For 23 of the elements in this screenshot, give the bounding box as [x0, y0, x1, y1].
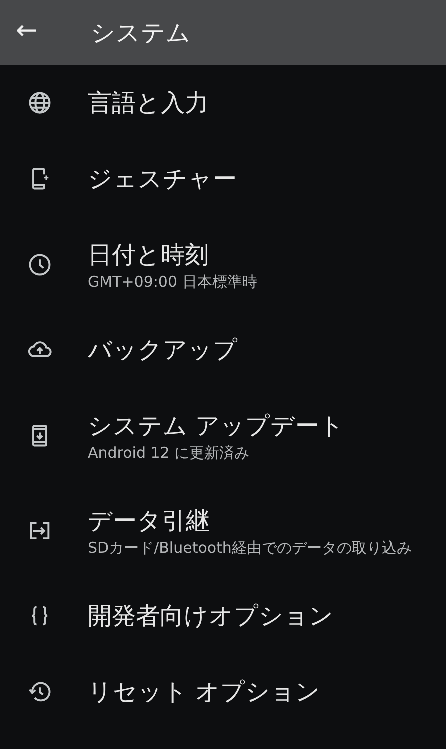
- settings-item[interactable]: システム アップデート Android 12 に更新済み: [0, 388, 446, 483]
- globe-icon: [27, 90, 53, 116]
- settings-item[interactable]: 日付と時刻 GMT+09:00 日本標準時: [0, 217, 446, 312]
- item-title: 開発者向けオプション: [88, 601, 335, 632]
- settings-item[interactable]: 言語と入力: [0, 65, 446, 141]
- settings-item[interactable]: バックアップ: [0, 312, 446, 388]
- item-title: 言語と入力: [88, 88, 210, 119]
- settings-item[interactable]: データ引継 SDカード/Bluetooth経由でのデータの取り込み: [0, 483, 446, 578]
- screen-title: システム: [91, 18, 191, 48]
- item-summary: SDカード/Bluetooth経由でのデータの取り込み: [88, 539, 413, 558]
- item-title: 日付と時刻: [88, 240, 210, 271]
- item-title: システム アップデート: [88, 411, 346, 442]
- item-title: リセット オプション: [88, 677, 322, 708]
- back-button[interactable]: ←: [0, 16, 64, 50]
- settings-item[interactable]: ジェスチャー: [0, 141, 446, 217]
- settings-item[interactable]: 開発者向けオプション: [0, 578, 446, 654]
- item-title: データ引継: [88, 506, 211, 537]
- clock-icon: [27, 252, 53, 278]
- item-summary: Android 12 に更新済み: [88, 444, 251, 463]
- settings-item[interactable]: リセット オプション: [0, 654, 446, 730]
- item-title: バックアップ: [88, 335, 239, 366]
- item-title: ジェスチャー: [88, 164, 238, 195]
- item-summary: GMT+09:00 日本標準時: [88, 273, 258, 292]
